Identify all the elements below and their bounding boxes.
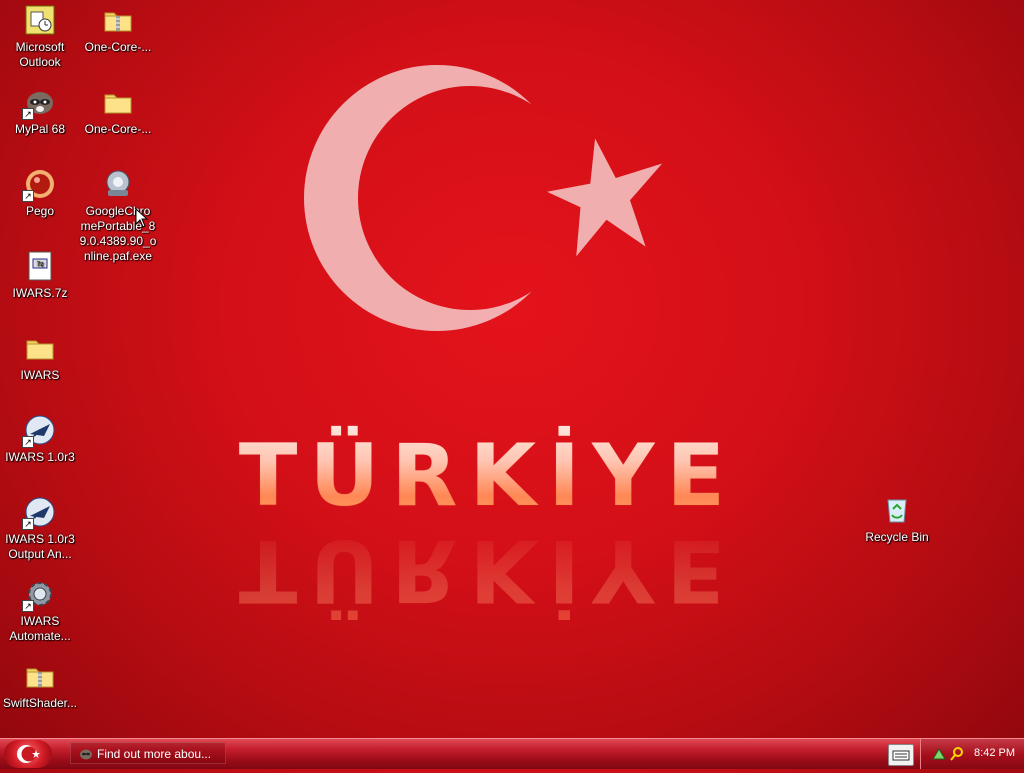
desktop-icon-iwars-output[interactable]: ↗ IWARS 1.0r3 Output An... [0,496,80,562]
icon-label: One-Core-... [84,122,152,136]
shortcut-arrow-icon: ↗ [22,436,34,448]
icon-label: IWARS Automate... [9,614,71,643]
desktop-icon-mypal[interactable]: ↗ MyPal 68 [0,86,80,137]
icon-label-line-1: GoogleChro [85,204,151,218]
folder-icon [24,332,56,364]
archive-file-icon: 7z [24,250,56,282]
icon-label: SwiftShader... [2,696,78,710]
desktop-icon-iwars-1-0r3[interactable]: ↗ IWARS 1.0r3 [0,414,80,465]
desktop-icon-one-core-folder[interactable]: One-Core-... [78,86,158,137]
crescent-shape [304,65,570,331]
shortcut-arrow-icon: ↗ [22,108,34,120]
recycle-bin-icon [881,494,913,526]
network-icon[interactable] [931,746,947,762]
desktop-icon-iwars-7z[interactable]: 7z IWARS.7z [0,250,80,301]
icon-label: Recycle Bin [865,530,929,544]
icon-label: IWARS 1.0r3 Output An... [5,532,75,561]
jet-icon: ↗ [22,414,56,448]
icon-label-line-2: mePortable_8 [80,219,156,233]
shortcut-arrow-icon: ↗ [22,190,34,202]
icon-label-line-4: nline.paf.exe [83,249,153,263]
desktop-icon-recycle-bin[interactable]: Recycle Bin [857,494,937,545]
shortcut-arrow-icon: ↗ [22,518,34,530]
icon-label: MyPal 68 [14,122,66,136]
zip-folder-icon [102,4,134,36]
star-shape [547,138,663,257]
gear-icon: ↗ [22,578,56,612]
system-tray: 8:42 PM [920,739,1024,769]
folder-icon [102,86,134,118]
desktop-icon-iwars-automate[interactable]: ↗ IWARS Automate... [0,578,80,644]
zip-folder-icon [24,660,56,692]
keyboard-icon [892,750,910,761]
icon-label: One-Core-... [84,40,152,54]
outlook-icon [24,4,56,36]
taskbar: Find out more abou... 8:42 PM [0,738,1024,769]
desktop-icon-googlechromeportable[interactable]: GoogleChro mePortable_8 9.0.4389.90_o nl… [78,168,158,264]
desktop-icon-microsoft-outlook[interactable]: Microsoft Outlook [0,4,80,70]
desktop[interactable]: TÜRKİYE TÜRKİYE Microsoft Outlook ↗ MyPa… [0,0,1024,738]
desktop-icon-swiftshader[interactable]: SwiftShader... [0,660,80,711]
svg-text:7z: 7z [37,261,44,268]
keyboard-button[interactable] [888,744,914,766]
start-button[interactable] [4,740,52,768]
raccoon-icon [80,749,92,760]
red-ball-icon: ↗ [22,168,56,202]
raccoon-icon: ↗ [22,86,56,120]
desktop-icon-iwars-folder[interactable]: IWARS [0,332,80,383]
turkiye-wordmark: TÜRKİYE [208,426,768,526]
search-icon[interactable] [949,746,965,762]
clock[interactable]: 8:42 PM [974,747,1015,759]
desktop-icon-one-core-zip[interactable]: One-Core-... [78,4,158,55]
crescent-start-icon [17,745,40,763]
icon-label-line-3: 9.0.4389.90_o [79,234,157,248]
icon-label: IWARS.7z [12,286,68,300]
icon-label: Pego [25,204,55,218]
shortcut-arrow-icon: ↗ [22,600,34,612]
desktop-icon-pego[interactable]: ↗ Pego [0,168,80,219]
notification-bar[interactable]: Find out more abou... [70,742,226,764]
icon-label: IWARS [20,368,60,382]
icon-label: Microsoft Outlook [15,40,65,69]
notification-text: Find out more abou... [97,747,212,761]
jet-icon: ↗ [22,496,56,530]
installer-icon [102,168,134,200]
turkiye-wordmark-reflection: TÜRKİYE [208,520,768,620]
icon-label: IWARS 1.0r3 [5,450,75,464]
